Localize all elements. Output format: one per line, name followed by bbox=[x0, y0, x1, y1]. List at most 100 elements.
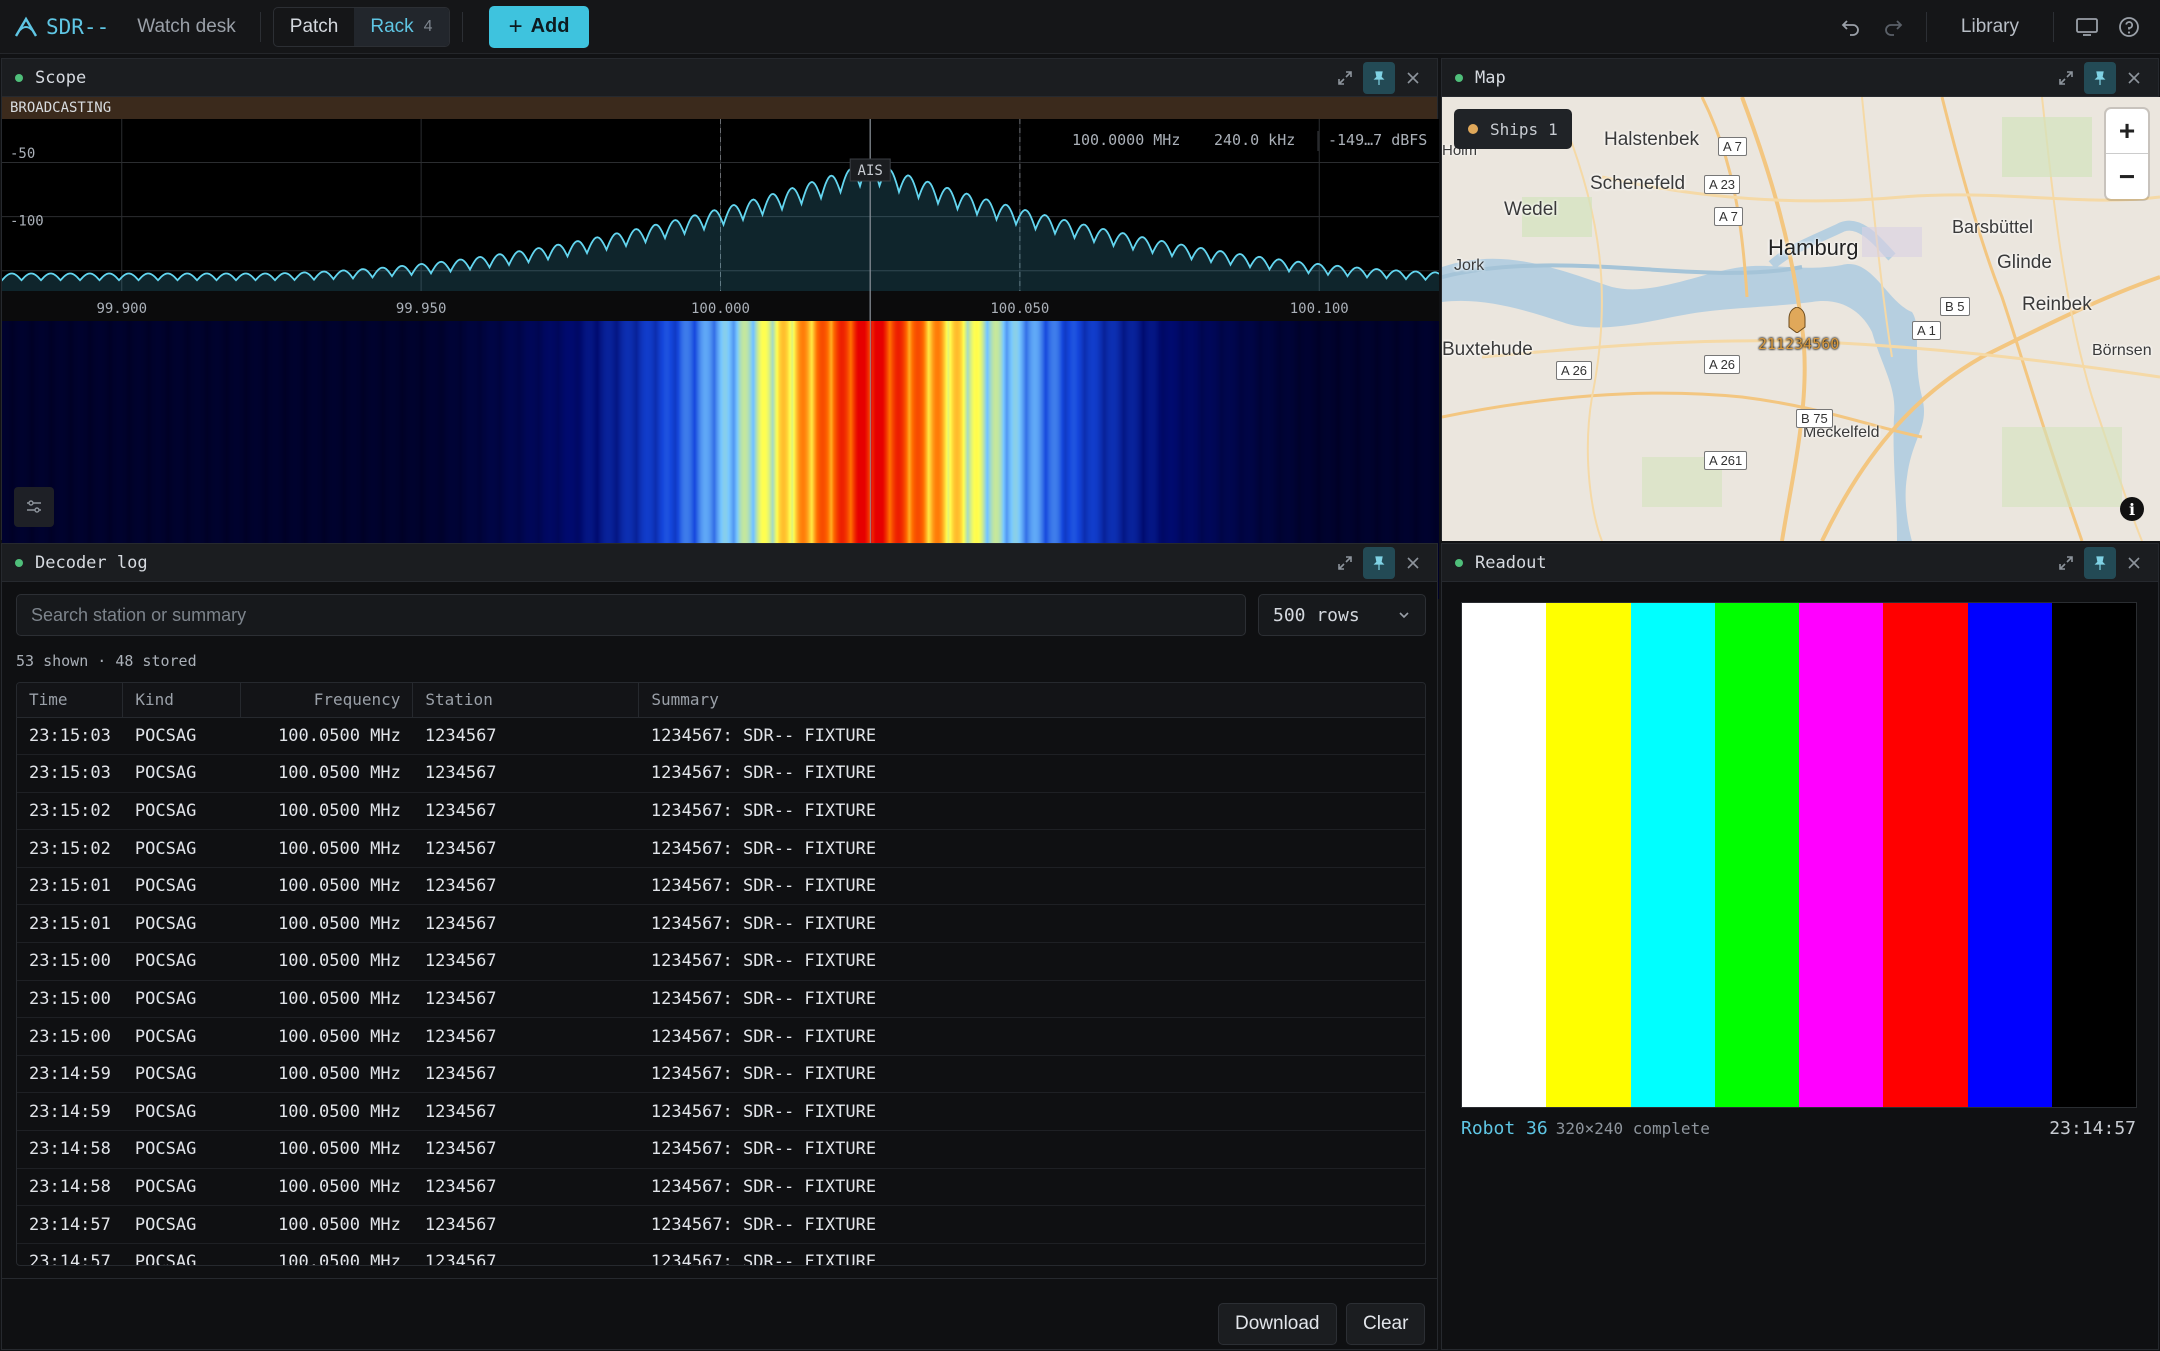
cell-kind: POCSAG bbox=[122, 792, 241, 831]
close-icon[interactable] bbox=[1397, 547, 1429, 579]
table-row[interactable]: 23:14:57 POCSAG 100.0500 MHz 1234567 1234567… bbox=[17, 1205, 1425, 1244]
pin-icon[interactable] bbox=[2084, 61, 2116, 94]
table-row[interactable]: 23:15:00 POCSAG 100.0500 MHz 1234567 1234567… bbox=[17, 942, 1425, 981]
readout-header: Readout bbox=[1442, 544, 2158, 582]
table-row[interactable]: 23:15:02 POCSAG 100.0500 MHz 1234567 1234567… bbox=[17, 792, 1425, 831]
clear-button[interactable]: Clear bbox=[1346, 1303, 1426, 1345]
map-title: Map bbox=[1475, 67, 1506, 88]
close-icon[interactable] bbox=[1397, 62, 1429, 94]
ships-layer-chip[interactable]: Ships 1 bbox=[1454, 109, 1572, 149]
cell-kind: POCSAG bbox=[122, 942, 241, 981]
readout-bandwidth: 240.0 kHz bbox=[1214, 131, 1295, 149]
table-row[interactable]: 23:14:57 POCSAG 100.0500 MHz 1234567 1234567… bbox=[17, 1243, 1425, 1265]
column-header-station[interactable]: Station bbox=[412, 683, 640, 718]
x-tick-label: 100.100 bbox=[1290, 301, 1349, 317]
readout-level: -149…7 dBFS bbox=[1328, 131, 1427, 149]
y-tick-label: -50 bbox=[10, 146, 35, 162]
cell-summary: 1234567: SDR-- FIXTURE bbox=[638, 829, 1425, 868]
table-row[interactable]: 23:14:58 POCSAG 100.0500 MHz 1234567 1234567… bbox=[17, 1168, 1425, 1207]
panel-tools bbox=[2048, 546, 2150, 579]
info-icon[interactable]: i bbox=[2120, 497, 2144, 521]
map-header: Map bbox=[1442, 59, 2158, 97]
plus-icon: + bbox=[508, 12, 523, 40]
table-row[interactable]: 23:15:01 POCSAG 100.0500 MHz 1234567 1234567… bbox=[17, 904, 1425, 944]
rack-tab[interactable]: Rack 4 bbox=[354, 7, 449, 46]
cell-station: 1234567 bbox=[412, 942, 639, 981]
cell-time: 23:14:58 bbox=[17, 1168, 123, 1207]
download-button[interactable]: Download bbox=[1218, 1303, 1337, 1345]
expand-icon[interactable] bbox=[2050, 547, 2082, 579]
table-row[interactable]: 23:14:58 POCSAG 100.0500 MHz 1234567 1234567… bbox=[17, 1130, 1425, 1169]
sstv-image bbox=[1461, 602, 2137, 1108]
table-row[interactable]: 23:14:59 POCSAG 100.0500 MHz 1234567 1234567… bbox=[17, 1055, 1425, 1094]
cell-frequency: 100.0500 MHz bbox=[240, 1130, 413, 1169]
pin-icon[interactable] bbox=[1363, 61, 1395, 94]
monitor-icon[interactable] bbox=[2066, 6, 2108, 48]
add-button[interactable]: + Add bbox=[488, 5, 590, 48]
patch-tab[interactable]: Patch bbox=[274, 8, 355, 46]
search-input[interactable] bbox=[16, 594, 1246, 636]
x-tick-label: 100.050 bbox=[990, 301, 1049, 317]
spectrum-plot[interactable]: 99.900 99.950 100.000 100.050 100.100 -50 -100… bbox=[2, 119, 1439, 321]
row-limit-select[interactable]: 500 rows bbox=[1258, 594, 1426, 636]
column-header-frequency[interactable]: Frequency bbox=[240, 683, 414, 718]
map-canvas[interactable]: Halstenbek Schenefeld Wedel Hamburg Barsbütt… bbox=[1442, 97, 2160, 541]
table-row[interactable]: 23:15:02 POCSAG 100.0500 MHz 1234567 1234567… bbox=[17, 829, 1425, 868]
table-row[interactable]: 23:15:00 POCSAG 100.0500 MHz 1234567 1234567… bbox=[17, 980, 1425, 1019]
table-row[interactable]: 23:14:59 POCSAG 100.0500 MHz 1234567 1234567… bbox=[17, 1092, 1425, 1132]
pin-icon[interactable] bbox=[2084, 546, 2116, 579]
scope-header: Scope bbox=[2, 59, 1437, 97]
ship-id-label: 211234560 bbox=[1758, 335, 1840, 353]
table-row[interactable]: 23:15:01 POCSAG 100.0500 MHz 1234567 1234567… bbox=[17, 867, 1425, 906]
pin-icon[interactable] bbox=[1363, 546, 1395, 579]
expand-icon[interactable] bbox=[2050, 62, 2082, 94]
live-dot bbox=[15, 558, 23, 567]
place-label: Glinde bbox=[1997, 252, 2052, 273]
road-label: A 7 bbox=[1718, 137, 1747, 156]
cell-frequency: 100.0500 MHz bbox=[240, 1243, 413, 1265]
table-row[interactable]: 23:15:03 POCSAG 100.0500 MHz 1234567 1234567… bbox=[17, 754, 1425, 793]
zoom-in-button[interactable]: + bbox=[2106, 109, 2148, 154]
expand-icon[interactable] bbox=[1329, 547, 1361, 579]
column-header-time[interactable]: Time bbox=[17, 683, 124, 718]
waterfall-settings-button[interactable] bbox=[14, 487, 54, 527]
road-label: A 261 bbox=[1704, 451, 1748, 470]
cell-station: 1234567 bbox=[412, 754, 639, 793]
app-logo[interactable]: SDR-- bbox=[14, 15, 109, 39]
road-label: A 26 bbox=[1704, 355, 1741, 374]
library-link[interactable]: Library bbox=[1939, 16, 2041, 38]
log-table: Time Kind Frequency Station Summary 23:15:03… bbox=[16, 682, 1426, 1266]
expand-icon[interactable] bbox=[1329, 62, 1361, 94]
close-icon[interactable] bbox=[2118, 62, 2150, 94]
cell-frequency: 100.0500 MHz bbox=[240, 1055, 413, 1094]
close-icon[interactable] bbox=[2118, 547, 2150, 579]
cell-station: 1234567 bbox=[412, 1092, 639, 1132]
undo-icon[interactable] bbox=[1830, 6, 1872, 48]
divider bbox=[1925, 12, 1927, 42]
cell-frequency: 100.0500 MHz bbox=[240, 1205, 413, 1244]
cell-time: 23:15:00 bbox=[17, 1017, 123, 1056]
cell-time: 23:15:03 bbox=[17, 754, 123, 793]
scope-title: Scope bbox=[35, 67, 87, 88]
table-row[interactable]: 23:15:00 POCSAG 100.0500 MHz 1234567 1234567… bbox=[17, 1017, 1425, 1056]
help-icon[interactable] bbox=[2108, 6, 2150, 48]
table-row[interactable]: 23:15:03 POCSAG 100.0500 MHz 1234567 1234567… bbox=[17, 717, 1425, 756]
x-tick-label: 99.900 bbox=[96, 301, 147, 317]
panel-tools bbox=[2048, 61, 2150, 94]
zoom-out-button[interactable]: − bbox=[2106, 154, 2148, 199]
patch-label: Patch bbox=[289, 15, 339, 37]
cell-frequency: 100.0500 MHz bbox=[240, 792, 413, 831]
place-label: Buxtehude bbox=[1442, 339, 1533, 360]
column-header-kind[interactable]: Kind bbox=[122, 683, 242, 718]
cell-time: 23:15:00 bbox=[17, 980, 123, 1019]
road-label: A 7 bbox=[1714, 207, 1743, 226]
redo-icon[interactable] bbox=[1872, 6, 1914, 48]
column-header-summary[interactable]: Summary bbox=[638, 683, 1425, 718]
cell-time: 23:14:59 bbox=[17, 1055, 123, 1094]
desk-name[interactable]: Watch desk bbox=[137, 16, 236, 38]
place-label: Schenefeld bbox=[1590, 173, 1686, 194]
ship-marker[interactable] bbox=[1788, 306, 1806, 334]
antenna-icon bbox=[14, 16, 38, 37]
readout-meta: Robot 36 320×240 complete bbox=[1461, 1118, 1710, 1139]
color-bar-2 bbox=[1630, 603, 1715, 1107]
